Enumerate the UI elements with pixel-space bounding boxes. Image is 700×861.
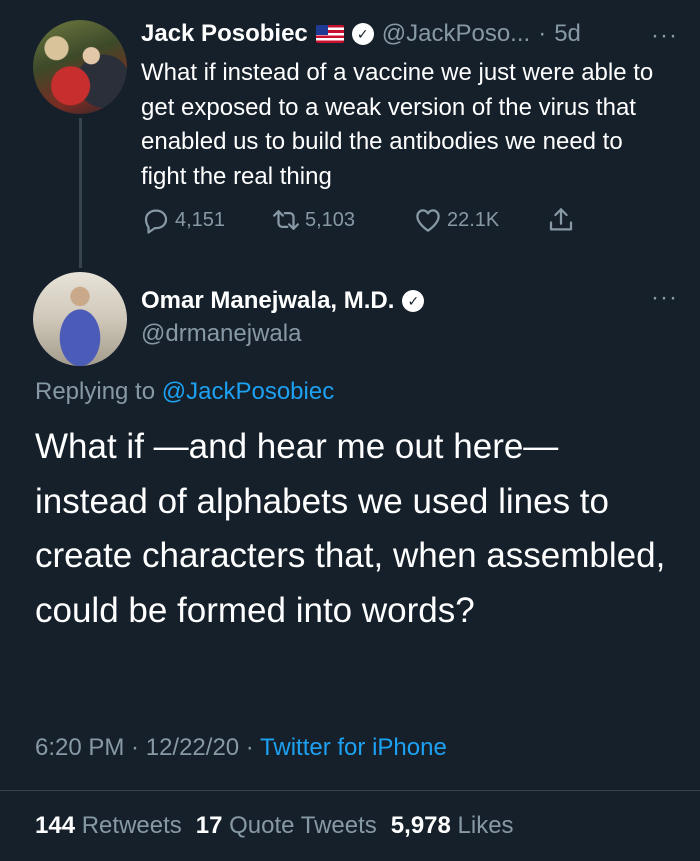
time-separator: ·: [538, 20, 547, 47]
retweet-icon: [273, 210, 299, 230]
parent-display-name[interactable]: Jack Posobiec: [141, 20, 308, 48]
avatar-omar-manejwala[interactable]: [33, 272, 127, 366]
parent-tweet-actions: 4,151 5,103 22.1K: [141, 202, 591, 238]
quote-tweets-stat-count: 17: [195, 812, 223, 839]
parent-tweet[interactable]: Jack Posobiec ✓ @JackPoso... · 5d ··· Wh…: [0, 0, 700, 270]
divider: [0, 790, 700, 791]
meta-separator: ·: [124, 734, 146, 761]
retweet-button[interactable]: 5,103: [271, 205, 355, 235]
like-count: 22.1K: [447, 208, 500, 231]
main-handle[interactable]: @drmanejwala: [141, 320, 301, 348]
tweet-time[interactable]: 6:20 PM: [35, 734, 124, 761]
reply-icon: [144, 209, 168, 234]
tweet-source-link[interactable]: Twitter for iPhone: [260, 734, 447, 761]
parent-tweet-text: What if instead of a vaccine we just wer…: [141, 59, 654, 190]
quote-tweets-stat[interactable]: 17 Quote Tweets: [196, 812, 377, 840]
reply-count: 4,151: [175, 208, 226, 231]
tweet-detail-page: Jack Posobiec ✓ @JackPoso... · 5d ··· Wh…: [0, 0, 700, 861]
main-display-name[interactable]: Omar Manejwala, M.D.: [141, 287, 394, 315]
retweets-stat-label: Retweets: [81, 812, 182, 839]
tweet-date[interactable]: 12/22/20: [146, 734, 239, 761]
like-icon: [416, 209, 440, 232]
thread-connector-line: [79, 118, 82, 268]
likes-stat[interactable]: 5,978 Likes: [391, 812, 514, 840]
verified-icon: ✓: [402, 290, 425, 312]
retweets-stat-count: 144: [35, 812, 76, 839]
quote-tweets-stat-label: Quote Tweets: [229, 812, 377, 839]
replying-prefix: Replying to: [35, 378, 162, 405]
replying-mention-link[interactable]: @JackPosobiec: [162, 378, 334, 405]
share-icon: [549, 208, 573, 231]
main-more-icon[interactable]: ···: [651, 284, 678, 312]
flag-us-icon: [315, 25, 344, 43]
share-button[interactable]: [546, 205, 576, 235]
verified-icon: ✓: [351, 23, 374, 45]
tweet-stats: 144 Retweets 17 Quote Tweets 5,978 Likes: [35, 812, 514, 840]
parent-tweet-header: Jack Posobiec ✓ @JackPoso... · 5d: [141, 18, 680, 50]
main-tweet-text: What if —and hear me out here— instead o…: [35, 427, 666, 630]
avatar-jack-posobiec[interactable]: [33, 20, 127, 114]
replying-to: Replying to @JackPosobiec: [35, 378, 334, 406]
parent-more-icon[interactable]: ···: [651, 22, 678, 50]
reply-button[interactable]: 4,151: [141, 205, 225, 235]
parent-handle[interactable]: @JackPoso...: [382, 20, 530, 48]
retweets-stat[interactable]: 144 Retweets: [35, 812, 182, 840]
main-tweet-header: Omar Manejwala, M.D. ✓: [141, 284, 425, 318]
tweet-meta: 6:20 PM · 12/22/20 · Twitter for iPhone: [35, 734, 447, 762]
retweet-count: 5,103: [305, 208, 356, 231]
like-button[interactable]: 22.1K: [413, 205, 499, 235]
meta-separator: ·: [239, 734, 261, 761]
likes-stat-label: Likes: [457, 812, 514, 839]
likes-stat-count: 5,978: [390, 812, 451, 839]
parent-time[interactable]: 5d: [554, 20, 581, 48]
